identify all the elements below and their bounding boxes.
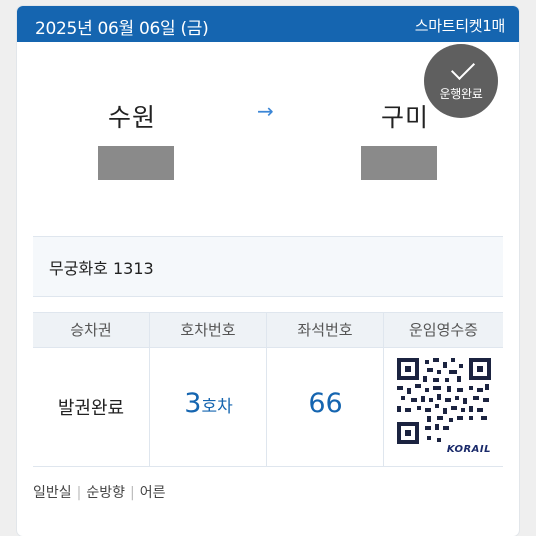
- table-header-row: 승차권 호차번호 좌석번호 운임영수증: [33, 312, 503, 348]
- ticket-header: 2025년 06월 06일 (금) 스마트티켓1매: [17, 6, 519, 42]
- train-name: 무궁화호 1313: [49, 259, 154, 278]
- table-row: 발권완료 3호차 66 KORAIL: [33, 347, 503, 467]
- departure-time-redacted: [98, 146, 174, 180]
- header-receipt: 운임영수증: [383, 313, 503, 347]
- header-seat-number: 좌석번호: [266, 313, 383, 347]
- ticket-cell: 발권완료: [33, 347, 149, 466]
- seat-direction: 순방향: [86, 485, 125, 501]
- travel-date: 2025년 06월 06일 (금): [35, 19, 209, 39]
- seat-number: 66: [308, 388, 343, 419]
- seat-options: 일반실 | 순방향 | 어른: [33, 482, 165, 502]
- passenger-type: 어른: [139, 485, 166, 501]
- ticket-card[interactable]: 2025년 06월 06일 (금) 스마트티켓1매 운행완료 수원 → 구미 무…: [17, 6, 519, 536]
- receipt-cell[interactable]: KORAIL: [383, 347, 503, 466]
- issue-status: 발권완료: [57, 398, 125, 419]
- arrow-right-icon: →: [257, 99, 274, 123]
- receipt-qr-code[interactable]: KORAIL: [391, 353, 497, 459]
- korail-logo: KORAIL: [446, 444, 491, 455]
- arrival-station: 구미: [380, 103, 429, 132]
- car-number: 3호차: [150, 388, 267, 419]
- car-cell: 3호차: [149, 347, 266, 466]
- header-ticket: 승차권: [70, 321, 112, 339]
- header-car-number: 호차번호: [149, 313, 266, 347]
- car-number-unit: 호차: [201, 397, 233, 417]
- car-number-value: 3: [184, 388, 202, 419]
- ticket-details-table: 승차권 호차번호 좌석번호 운임영수증 발권완료 3호차 66 KORAIL: [33, 312, 503, 467]
- train-info: 무궁화호 1313: [33, 236, 503, 297]
- divider: |: [130, 485, 135, 501]
- ticket-type: 스마트티켓1매: [414, 17, 506, 35]
- qr-icon: [397, 358, 491, 444]
- divider: |: [76, 485, 82, 501]
- departure-station: 수원: [107, 103, 156, 132]
- check-icon: [450, 55, 476, 81]
- arrival-time-redacted: [361, 146, 437, 180]
- seat-cell: 66: [266, 347, 383, 466]
- car-class: 일반실: [33, 485, 72, 501]
